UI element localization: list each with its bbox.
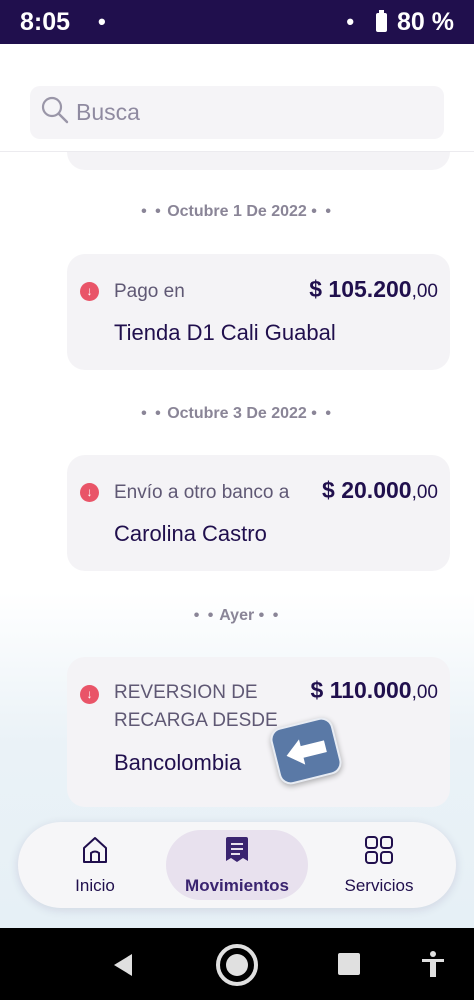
document-icon xyxy=(223,835,251,870)
transaction-label: Envío a otro banco a xyxy=(114,482,290,503)
home-icon xyxy=(80,835,110,870)
grid-icon xyxy=(364,835,394,870)
date-label: Octubre 1 De 2022 xyxy=(167,203,307,220)
status-bar: 8:05 • • 80 % xyxy=(0,0,474,44)
nav-item-servicios[interactable]: Servicios xyxy=(314,830,444,900)
battery-icon xyxy=(376,9,388,32)
battery-level: 80 % xyxy=(397,7,454,36)
transaction-label-line1: REVERSION DE xyxy=(114,682,258,703)
transaction-label-line2: RECARGA DESDE xyxy=(114,710,278,731)
nav-item-inicio[interactable]: Inicio xyxy=(30,830,160,900)
home-button-icon[interactable] xyxy=(214,942,260,993)
transaction-amount: $ 110.000,00 xyxy=(310,677,438,703)
debit-arrow-icon: ↓ xyxy=(80,483,99,502)
nav-item-movimientos[interactable]: Movimientos xyxy=(166,830,308,900)
debit-arrow-icon: ↓ xyxy=(80,282,99,301)
date-label: Ayer xyxy=(219,607,255,624)
date-separator: • • Octubre 1 De 2022 • • xyxy=(141,203,333,220)
search-icon xyxy=(40,95,70,130)
transaction-amount: $ 105.200,00 xyxy=(309,276,438,302)
date-label: Octubre 3 De 2022 xyxy=(167,405,307,422)
date-separator: • • Ayer • • xyxy=(193,607,281,624)
transaction-merchant: Bancolombia xyxy=(114,750,242,775)
date-separator: • • Octubre 3 De 2022 • • xyxy=(141,405,333,422)
system-nav-bar xyxy=(0,928,474,1000)
nav-label: Servicios xyxy=(344,875,414,895)
bottom-nav: Inicio Movimientos Servicios xyxy=(18,822,456,908)
back-icon[interactable] xyxy=(110,952,136,983)
transaction-card[interactable]: ↓ Envío a otro banco a $ 20.000,00 Carol… xyxy=(67,455,450,571)
transaction-card[interactable]: ↓ REVERSION DE RECARGA DESDE $ 110.000,0… xyxy=(67,657,450,807)
nav-label: Inicio xyxy=(75,875,115,895)
transaction-label: Pago en xyxy=(114,281,185,302)
status-dot: • xyxy=(346,9,355,34)
status-time: 8:05 xyxy=(20,7,71,36)
search-bar[interactable] xyxy=(30,86,444,139)
transaction-merchant: Carolina Castro xyxy=(114,521,267,546)
accessibility-icon[interactable] xyxy=(420,950,446,983)
nav-label: Movimientos xyxy=(185,875,289,895)
notification-dot: • xyxy=(98,9,106,34)
recents-icon[interactable] xyxy=(338,953,360,980)
transaction-card-partial[interactable] xyxy=(67,152,450,170)
transaction-amount: $ 20.000,00 xyxy=(322,477,438,503)
transactions-list[interactable]: • • Octubre 1 De 2022 • • ↓ Pago en $ 10… xyxy=(0,152,474,928)
status-right: • 80 % xyxy=(346,8,454,37)
transaction-merchant: Tienda D1 Cali Guabal xyxy=(114,320,336,345)
debit-arrow-icon: ↓ xyxy=(80,685,99,704)
search-input[interactable] xyxy=(76,99,416,126)
transaction-card[interactable]: ↓ Pago en $ 105.200,00 Tienda D1 Cali Gu… xyxy=(67,254,450,370)
